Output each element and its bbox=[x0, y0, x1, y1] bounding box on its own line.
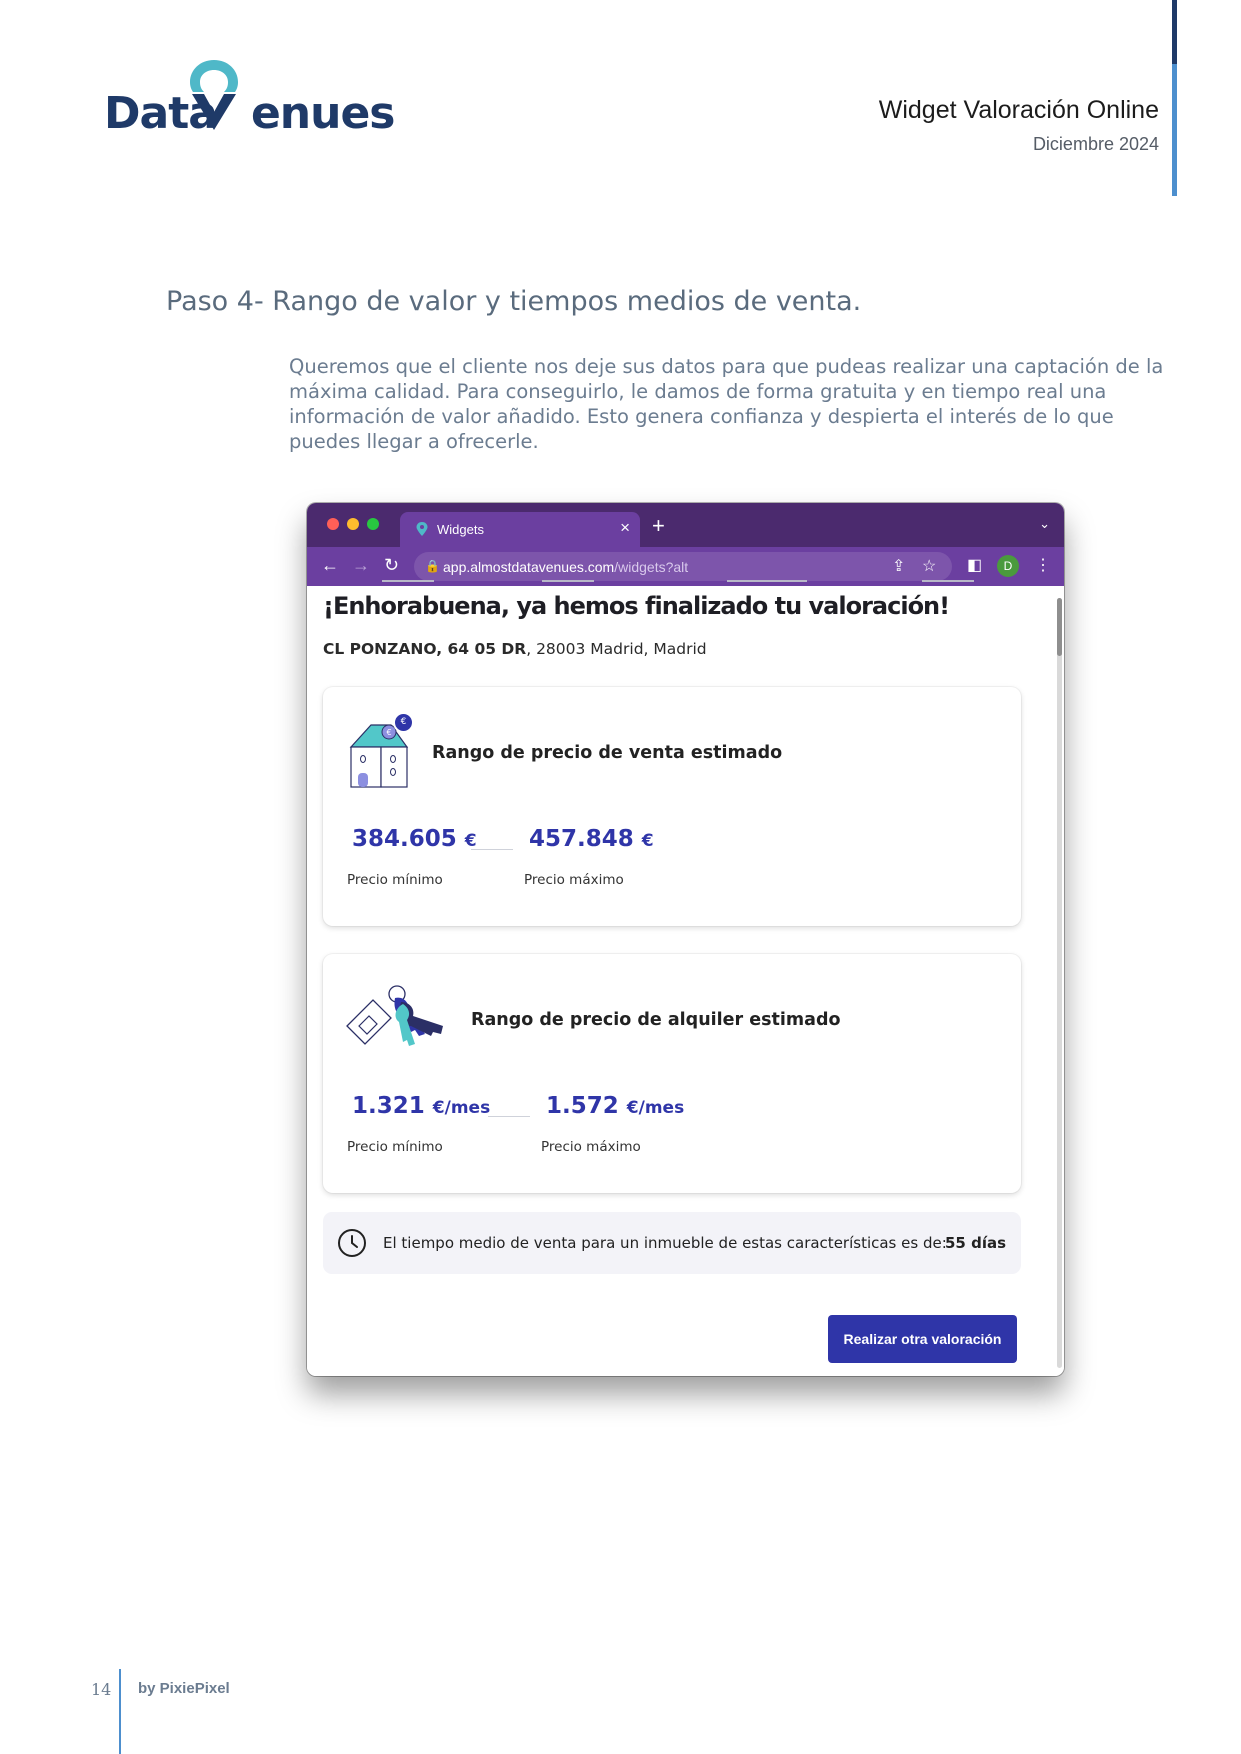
browser-tab-widgets[interactable]: Widgets × bbox=[400, 512, 640, 547]
logo-wordmark: Data enues bbox=[104, 88, 395, 139]
reload-icon[interactable]: ↻ bbox=[384, 555, 399, 576]
rent-price-card: Rango de precio de alquiler estimado 1.3… bbox=[323, 954, 1021, 1193]
header-accent-bar-light bbox=[1172, 64, 1177, 196]
share-icon[interactable]: ⇪ bbox=[892, 556, 905, 576]
average-sale-time: El tiempo medio de venta para un inmuebl… bbox=[323, 1212, 1021, 1274]
document-date: Diciembre 2024 bbox=[1032, 134, 1159, 154]
back-arrow-icon[interactable]: ← bbox=[321, 555, 339, 576]
sidebar-toggle-icon[interactable]: ◧ bbox=[967, 555, 982, 575]
sale-max-price: 457.848 € bbox=[529, 826, 654, 852]
scrollbar-thumb[interactable] bbox=[1057, 598, 1062, 656]
maximize-window-dot[interactable] bbox=[367, 518, 379, 530]
euro-badge-icon: € bbox=[393, 712, 414, 733]
datavenues-logo: Data enues bbox=[104, 58, 395, 139]
result-heading: ¡Enhorabuena, ya hemos finalizado tu val… bbox=[323, 592, 950, 620]
forward-arrow-icon[interactable]: → bbox=[352, 555, 370, 576]
clock-icon bbox=[338, 1229, 366, 1257]
sale-min-price: 384.605 € bbox=[352, 826, 477, 852]
sale-time-value: 55 días bbox=[945, 1234, 1007, 1252]
minimize-window-dot[interactable] bbox=[347, 518, 359, 530]
sale-min-label: Precio mínimo bbox=[347, 872, 443, 888]
new-tab-icon[interactable]: + bbox=[652, 513, 665, 539]
rent-card-title: Rango de precio de alquiler estimado bbox=[471, 1010, 841, 1030]
sale-price-card: € € Rango de precio de venta estimado 38… bbox=[323, 687, 1021, 926]
keys-icon bbox=[346, 985, 443, 1046]
pin-favicon-icon bbox=[416, 522, 428, 536]
location-pin-icon bbox=[190, 60, 238, 130]
footer-divider bbox=[119, 1669, 121, 1754]
browser-window: Widgets × + ⌄ ← → ↻ 🔒 app.almostdatavenu… bbox=[307, 503, 1064, 1376]
new-valuation-button[interactable]: Realizar otra valoración bbox=[828, 1315, 1017, 1363]
sale-card-title: Rango de precio de venta estimado bbox=[432, 743, 783, 763]
clipped-step-tabs bbox=[307, 580, 1064, 588]
section-intro: Queremos que el cliente nos deje sus dat… bbox=[289, 355, 1164, 453]
lock-icon: 🔒 bbox=[425, 559, 440, 573]
footer-credit: by PixiePixel bbox=[138, 1680, 230, 1697]
address-url: app.almostdatavenues.com/widgets?alt bbox=[443, 559, 689, 575]
chevron-down-icon[interactable]: ⌄ bbox=[1039, 516, 1050, 532]
document-title: Widget Valoración Online bbox=[878, 96, 1159, 124]
rent-max-label: Precio máximo bbox=[541, 1139, 641, 1155]
header-accent-bar bbox=[1172, 0, 1177, 64]
scrollbar-track[interactable] bbox=[1057, 598, 1062, 1368]
close-window-dot[interactable] bbox=[327, 518, 339, 530]
page-number: 14 bbox=[91, 1680, 112, 1699]
property-address: CL PONZANO, 64 05 DR, 28003 Madrid, Madr… bbox=[323, 640, 707, 658]
sale-time-text: El tiempo medio de venta para un inmuebl… bbox=[383, 1234, 947, 1252]
address-bar[interactable]: 🔒 app.almostdatavenues.com/widgets?alt ⇪… bbox=[414, 552, 952, 581]
close-tab-icon[interactable]: × bbox=[620, 518, 630, 538]
more-options-icon[interactable]: ⋮ bbox=[1035, 555, 1051, 575]
browser-tab-bar: Widgets × + ⌄ bbox=[307, 503, 1064, 547]
sale-max-label: Precio máximo bbox=[524, 872, 624, 888]
widget-content: ¡Enhorabuena, ya hemos finalizado tu val… bbox=[307, 580, 1064, 1376]
tab-label: Widgets bbox=[437, 522, 484, 537]
rent-min-price: 1.321 €/mes bbox=[352, 1093, 491, 1119]
rent-max-price: 1.572 €/mes bbox=[546, 1093, 685, 1119]
svg-text:€: € bbox=[386, 728, 391, 737]
bookmark-star-icon[interactable]: ☆ bbox=[922, 556, 936, 576]
section-title: Paso 4- Rango de valor y tiempos medios … bbox=[166, 286, 862, 317]
range-separator bbox=[471, 849, 513, 850]
range-separator bbox=[488, 1116, 530, 1117]
rent-min-label: Precio mínimo bbox=[347, 1139, 443, 1155]
profile-avatar[interactable]: D bbox=[997, 555, 1019, 577]
